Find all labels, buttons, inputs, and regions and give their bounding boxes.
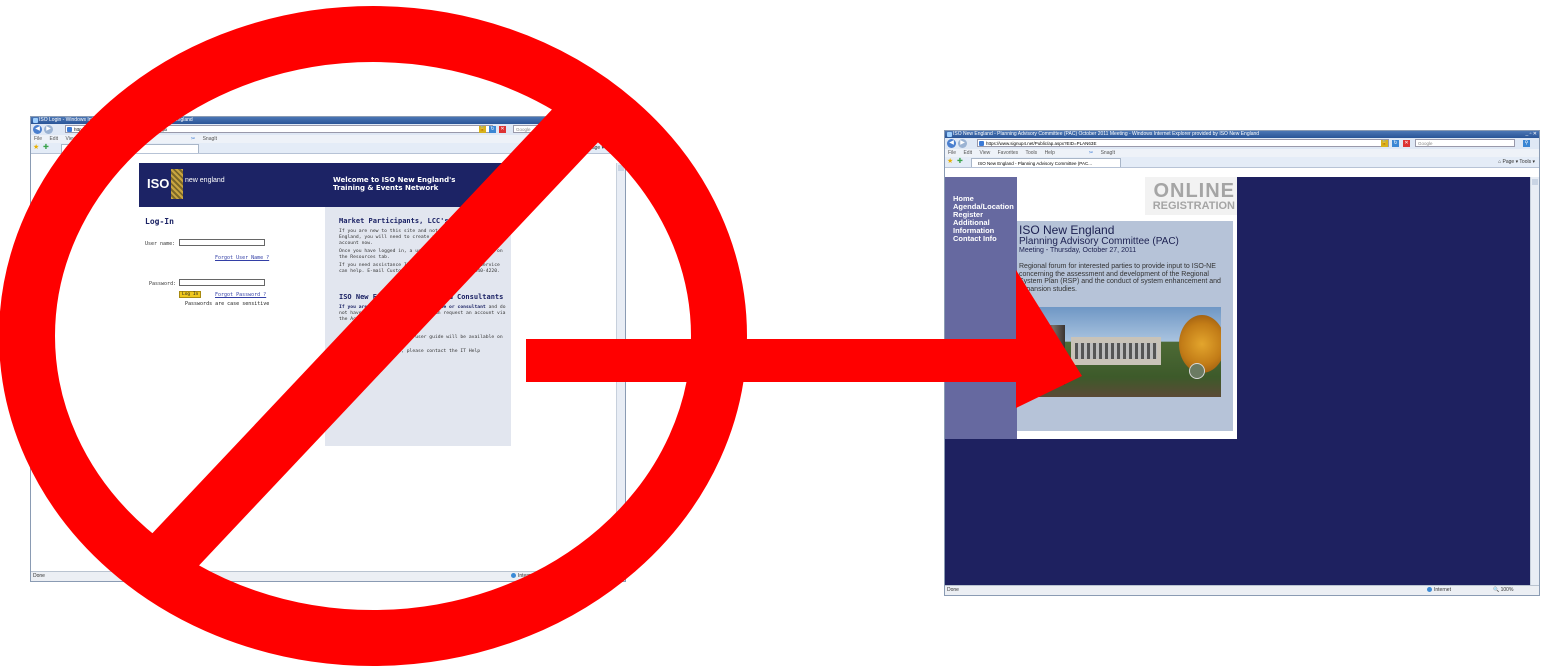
right-arrow — [526, 270, 1082, 408]
prohibition-sign — [0, 6, 747, 666]
annotation-overlay — [0, 6, 1082, 666]
prohibition-slash — [139, 90, 611, 586]
